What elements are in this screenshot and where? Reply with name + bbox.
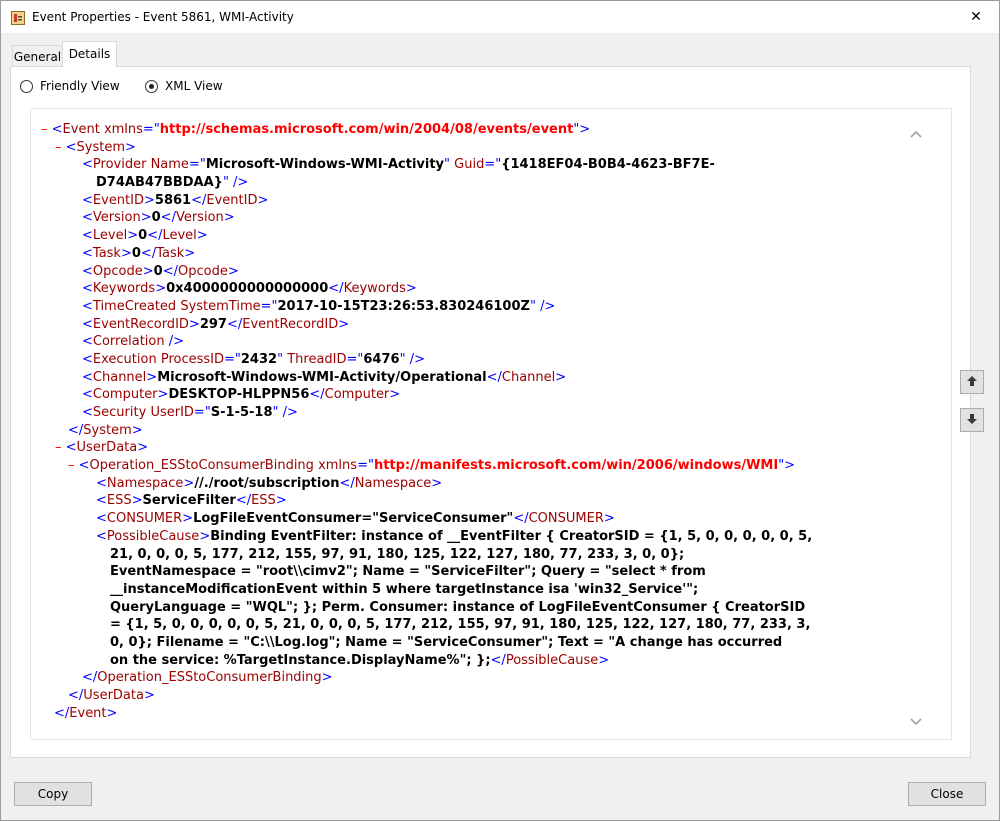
xml-view-label: XML View <box>165 79 223 93</box>
collapse-toggle[interactable]: – <box>41 122 48 137</box>
xml-line: <EventRecordID>297</EventRecordID> <box>82 316 350 332</box>
xml-line: <Keywords>0x4000000000000000</Keywords> <box>82 281 417 297</box>
xml-line: 0, 0}; Filename = "C:\\Log.log"; Name = … <box>110 634 783 650</box>
xml-line: – <UserData> <box>55 440 149 456</box>
close-window-button[interactable]: ✕ <box>953 1 999 32</box>
xml-line: – <System> <box>55 139 136 155</box>
xml-line: <Namespace>//./root/subscription</Namesp… <box>96 475 443 491</box>
xml-tree: – <Event xmlns="http://schemas.microsoft… <box>31 121 911 722</box>
radio-checked-icon <box>145 79 158 93</box>
xml-line: <Execution ProcessID="2432" ThreadID="64… <box>82 351 425 367</box>
xml-line: </Operation_ESStoConsumerBinding> <box>82 670 333 686</box>
xml-line: <Channel>Microsoft-Windows-WMI-Activity/… <box>82 369 567 385</box>
xml-line: <Opcode>0</Opcode> <box>82 263 239 279</box>
copy-button[interactable]: Copy <box>14 782 92 806</box>
xml-line: 21, 0, 0, 0, 5, 177, 212, 155, 97, 91, 1… <box>110 546 685 562</box>
tab-details[interactable]: Details <box>62 41 117 67</box>
close-icon: ✕ <box>970 8 982 25</box>
xml-line: <Level>0</Level> <box>82 228 208 244</box>
xml-line: <Correlation /> <box>82 334 184 350</box>
xml-line: D74AB47BBDAA}" /> <box>96 175 249 191</box>
next-event-button[interactable] <box>960 408 984 432</box>
xml-line: EventNamespace = "root\\cimv2"; Name = "… <box>110 564 706 580</box>
xml-line: <EventID>5861</EventID> <box>82 192 269 208</box>
xml-line: </UserData> <box>68 688 155 703</box>
xml-line: <Version>0</Version> <box>82 210 235 226</box>
xml-line: <Security UserID="S-1-5-18" /> <box>82 405 298 420</box>
arrow-down-icon <box>965 411 979 430</box>
friendly-view-label: Friendly View <box>40 79 120 93</box>
tab-general[interactable]: General <box>12 45 63 67</box>
xml-line: <Task>0</Task> <box>82 245 196 261</box>
xml-line: on the service: %TargetInstance.DisplayN… <box>110 652 610 668</box>
xml-line: <PossibleCause>Binding EventFilter: inst… <box>96 528 813 544</box>
xml-view-pane[interactable]: – <Event xmlns="http://schemas.microsoft… <box>30 108 952 740</box>
collapse-toggle[interactable]: – <box>55 140 62 155</box>
previous-event-button[interactable] <box>960 370 984 394</box>
xml-line: <TimeCreated SystemTime="2017-10-15T23:2… <box>82 298 556 314</box>
xml-view-radio[interactable]: XML View <box>145 77 223 95</box>
close-button[interactable]: Close <box>908 782 986 806</box>
window-title: Event Properties - Event 5861, WMI-Activ… <box>32 10 294 24</box>
chevron-down-icon[interactable] <box>909 713 923 726</box>
xml-line: </System> <box>68 422 143 438</box>
xml-line: QueryLanguage = "WQL"; }; Perm. Consumer… <box>110 599 806 615</box>
xml-line: = {1, 5, 0, 0, 0, 0, 0, 5, 21, 0, 0, 0, … <box>110 617 811 633</box>
collapse-toggle[interactable]: – <box>68 458 75 473</box>
arrow-up-icon <box>965 373 979 392</box>
xml-line: – <Operation_ESStoConsumerBinding xmlns=… <box>68 458 796 474</box>
title-bar: Event Properties - Event 5861, WMI-Activ… <box>1 1 999 33</box>
xml-line: <CONSUMER>LogFileEventConsumer="ServiceC… <box>96 511 615 527</box>
xml-line: <Provider Name="Microsoft-Windows-WMI-Ac… <box>82 157 715 173</box>
xml-line: <Computer>DESKTOP-HLPPN56</Computer> <box>82 387 401 403</box>
collapse-toggle[interactable]: – <box>55 440 62 455</box>
radio-unchecked-icon <box>20 79 33 93</box>
chevron-up-icon[interactable] <box>909 125 923 138</box>
xml-line: – <Event xmlns="http://schemas.microsoft… <box>41 122 591 137</box>
xml-line: </Event> <box>54 705 118 721</box>
xml-line: <ESS>ServiceFilter</ESS> <box>96 493 287 509</box>
xml-line: __instanceModificationEvent within 5 whe… <box>110 581 699 597</box>
friendly-view-radio[interactable]: Friendly View <box>20 77 120 95</box>
event-viewer-icon <box>10 10 26 26</box>
